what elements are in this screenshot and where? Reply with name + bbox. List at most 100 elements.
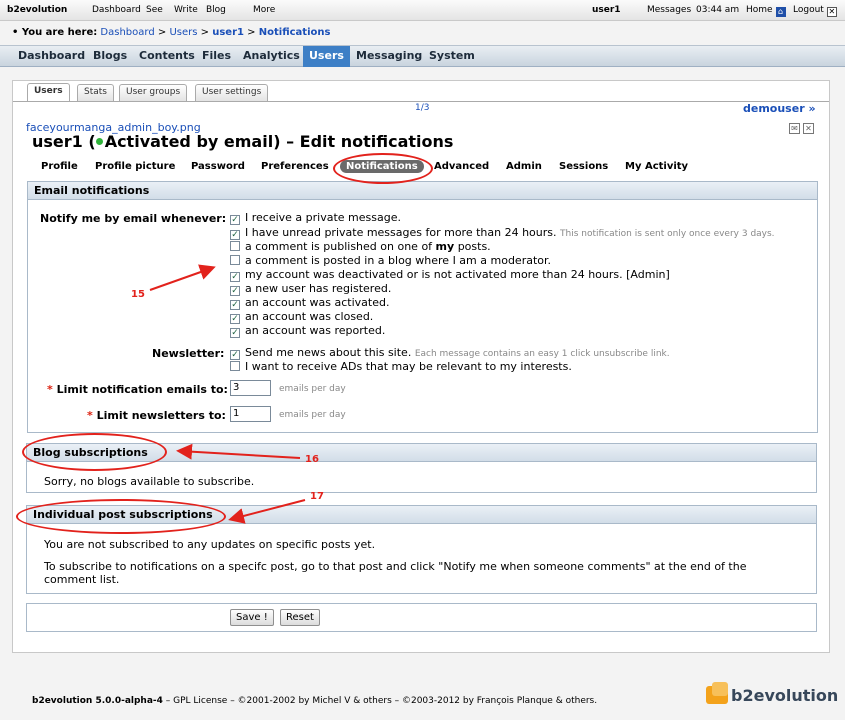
usertab-profile-picture[interactable]: Profile picture (95, 161, 175, 172)
menu-dashboard[interactable]: Dashboard (12, 46, 91, 67)
header-icons: ✉ ✕ (786, 123, 814, 135)
toolbar-logout[interactable]: Logout ✕ (793, 5, 837, 17)
next-user-link[interactable]: demouser » (743, 102, 816, 115)
toolbar-more[interactable]: More (253, 5, 275, 15)
checkbox-checked-icon[interactable]: ✓ (230, 286, 240, 296)
annotation-16: 16 (305, 454, 319, 465)
usertab-admin[interactable]: Admin (506, 161, 542, 172)
title-status: Activated by email (104, 132, 274, 151)
menu-analytics[interactable]: Analytics (237, 46, 306, 67)
checkbox-icon[interactable] (230, 361, 240, 371)
blog-subscriptions-text: Sorry, no blogs available to subscribe. (44, 475, 255, 488)
menu-blogs[interactable]: Blogs (87, 46, 133, 67)
limit-news-label: * Limit newsletters to: (87, 409, 226, 422)
breadcrumb: • You are here: Dashboard > Users > user… (12, 27, 330, 38)
breadcrumb-dashboard[interactable]: Dashboard (100, 27, 154, 38)
usertab-sessions[interactable]: Sessions (559, 161, 608, 172)
notify-label: Notify me by email whenever: (40, 212, 227, 225)
checkbox-icon[interactable] (230, 241, 240, 251)
toolbar-see[interactable]: See (146, 5, 163, 15)
limit-emails-input[interactable]: 3 (230, 380, 271, 396)
email-notifications-legend: Email notifications (28, 182, 817, 200)
checkbox-checked-icon[interactable]: ✓ (230, 230, 240, 240)
notify-option-6[interactable]: ✓ a new user has registered. (230, 282, 391, 296)
footer-version[interactable]: b2evolution 5.0.0-alpha-4 (32, 696, 163, 706)
title-paren: ) (273, 132, 281, 151)
brand-link[interactable]: b2evolution (7, 5, 67, 15)
notify-option-1[interactable]: ✓ I receive a private message. (230, 211, 401, 225)
notify-option-5[interactable]: ✓ my account was deactivated or is not ac… (230, 268, 670, 282)
checkbox-checked-icon[interactable]: ✓ (230, 314, 240, 324)
menu-users[interactable]: Users (303, 46, 350, 67)
breadcrumb-notifications[interactable]: Notifications (259, 27, 331, 38)
usertab-profile[interactable]: Profile (41, 161, 78, 172)
footer-license: – GPL License – ©2001-2002 by Michel V &… (162, 696, 598, 706)
checkbox-checked-icon[interactable]: ✓ (230, 215, 240, 225)
notify-option-3[interactable]: a comment is published on one of my post… (230, 240, 491, 253)
notify-option-9[interactable]: ✓ an account was reported. (230, 324, 385, 338)
option-tail: posts. (457, 240, 491, 253)
b2evolution-logo-icon (706, 682, 728, 704)
tab-divider (13, 101, 829, 102)
annotation-ellipse-blog (22, 433, 167, 471)
toolbar-write[interactable]: Write (174, 5, 198, 15)
breadcrumb-prefix: • You are here: (12, 27, 98, 38)
notify-option-7[interactable]: ✓ an account was activated. (230, 296, 389, 310)
save-button[interactable]: Save ! (230, 609, 274, 626)
usertab-advanced[interactable]: Advanced (434, 161, 489, 172)
reset-button[interactable]: Reset (280, 609, 320, 626)
toolbar-home[interactable]: Home ⌂ (746, 5, 786, 17)
post-subscriptions-text2: To subscribe to notifications on a speci… (44, 560, 747, 573)
menu-contents[interactable]: Contents (133, 46, 201, 67)
toolbar-dashboard[interactable]: Dashboard (92, 5, 141, 15)
limit-emails-label: * Limit notification emails to: (47, 383, 228, 396)
option-text: I receive a private message. (245, 211, 401, 224)
toolbar-blog[interactable]: Blog (206, 5, 226, 15)
usertab-my-activity[interactable]: My Activity (625, 161, 688, 172)
tab-stats[interactable]: Stats (77, 84, 114, 101)
menu-files[interactable]: Files (196, 46, 237, 67)
checkbox-icon[interactable] (230, 255, 240, 265)
newsletter-option-1[interactable]: ✓ Send me news about this site. Each mess… (230, 346, 670, 360)
menu-messaging[interactable]: Messaging (350, 46, 428, 67)
notify-option-2[interactable]: ✓ I have unread private messages for more… (230, 226, 775, 240)
limit-emails-text: Limit notification emails to: (56, 383, 228, 396)
annotation-ellipse-notifications (333, 153, 433, 184)
option-bold: my (435, 240, 455, 253)
checkbox-checked-icon[interactable]: ✓ (230, 350, 240, 360)
footer-logo-text: b2evolution (731, 686, 839, 705)
option-text: Send me news about this site. (245, 346, 412, 359)
option-text: an account was activated. (245, 296, 390, 309)
title-suffix: – Edit notifications (286, 132, 454, 151)
close-icon: ✕ (826, 7, 837, 17)
option-text: my account was deactivated or is not act… (245, 268, 670, 281)
checkbox-checked-icon[interactable]: ✓ (230, 300, 240, 310)
annotation-17: 17 (310, 491, 324, 502)
menu-system[interactable]: System (423, 46, 481, 67)
close-icon[interactable]: ✕ (803, 123, 814, 134)
option-note: This notification is sent only once ever… (560, 229, 775, 239)
footer: b2evolution 5.0.0-alpha-4 – GPL License … (32, 696, 597, 706)
message-icon[interactable]: ✉ (789, 123, 800, 134)
breadcrumb-users[interactable]: Users (169, 27, 197, 38)
toolbar-messages[interactable]: Messages (647, 5, 691, 15)
breadcrumb-sep: > (247, 27, 256, 38)
post-subscriptions-text3: comment list. (44, 573, 120, 586)
footer-logo[interactable]: b2evolution (706, 682, 839, 705)
notify-option-4[interactable]: a comment is posted in a blog where I am… (230, 254, 551, 267)
checkbox-checked-icon[interactable]: ✓ (230, 328, 240, 338)
toolbar-user[interactable]: user1 (592, 5, 621, 15)
usertab-preferences[interactable]: Preferences (261, 161, 329, 172)
breadcrumb-user1[interactable]: user1 (212, 27, 244, 38)
newsletter-option-2[interactable]: I want to receive ADs that may be releva… (230, 360, 572, 373)
breadcrumb-sep: > (200, 27, 210, 38)
main-menu: Dashboard Blogs Contents Files Analytics… (0, 45, 845, 67)
usertab-password[interactable]: Password (191, 161, 245, 172)
post-subscriptions-text1: You are not subscribed to any updates on… (44, 538, 376, 551)
notify-option-8[interactable]: ✓ an account was closed. (230, 310, 373, 324)
tab-user-groups[interactable]: User groups (119, 84, 188, 101)
tab-user-settings[interactable]: User settings (195, 84, 269, 101)
tab-users[interactable]: Users (27, 83, 70, 102)
checkbox-checked-icon[interactable]: ✓ (230, 272, 240, 282)
limit-news-input[interactable]: 1 (230, 406, 271, 422)
